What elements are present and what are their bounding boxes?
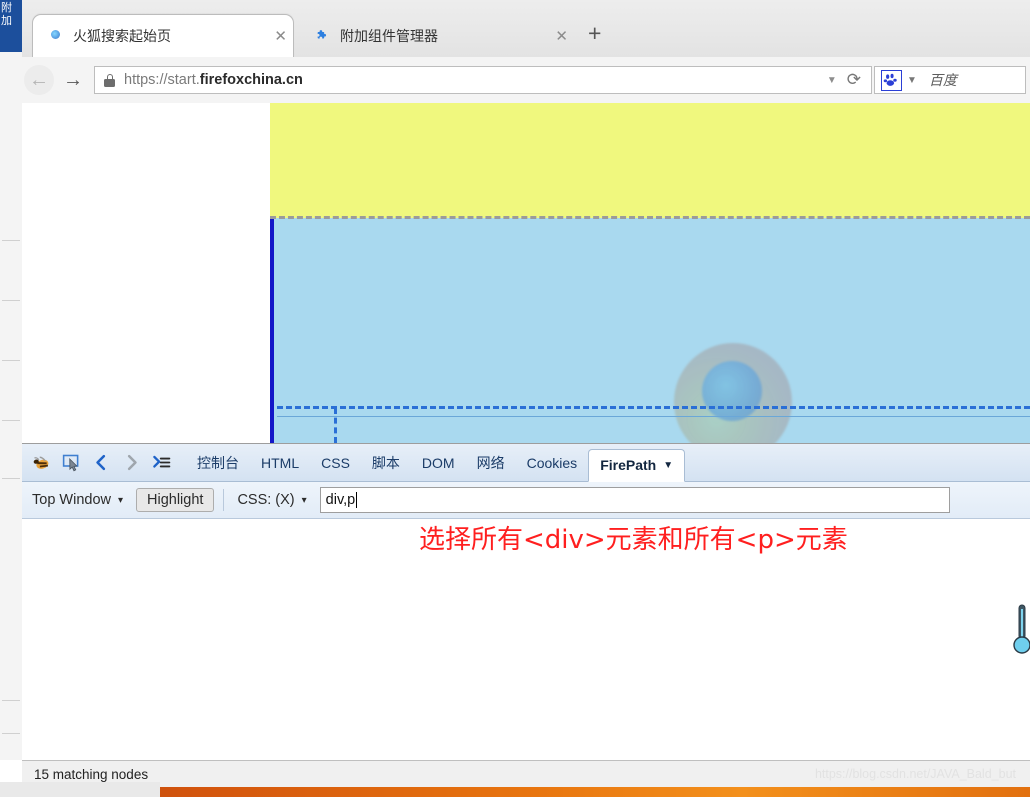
background-window-divider	[2, 700, 20, 701]
highlight-nested-line	[277, 416, 1030, 417]
tab-network[interactable]: 网络	[466, 444, 516, 482]
tab-css[interactable]: CSS	[310, 444, 361, 482]
highlight-dashed-border-top	[270, 216, 1030, 219]
baidu-paw-icon[interactable]	[881, 69, 902, 91]
tab-console[interactable]: 控制台	[186, 444, 250, 482]
forward-chevron-icon[interactable]	[116, 448, 146, 478]
background-window-divider	[2, 240, 20, 241]
search-bar[interactable]: ▼ 百度	[874, 66, 1026, 94]
background-window-divider	[2, 420, 20, 421]
inspector-cursor-icon[interactable]	[56, 448, 86, 478]
url-domain: firefoxchina.cn	[199, 72, 303, 88]
background-window[interactable]: 附加	[0, 0, 23, 760]
selector-expression-value: div,p	[325, 492, 356, 508]
highlight-button[interactable]: Highlight	[136, 488, 215, 512]
tab-close-icon[interactable]: ✕	[537, 27, 568, 45]
tab-title: 附加组件管理器	[340, 27, 438, 44]
url-prefix: https://start.	[124, 72, 200, 88]
toolbar-divider	[223, 489, 225, 511]
tab-strip: 火狐搜索起始页 ✕ 附加组件管理器 ✕ +	[22, 0, 1030, 58]
lock-icon	[104, 73, 115, 87]
highlight-nested-dashed-border	[277, 406, 1030, 409]
selector-type-dropdown[interactable]: CSS: (X) ▾	[233, 492, 310, 508]
background-window-divider	[2, 360, 20, 361]
highlight-margin-overlay	[270, 103, 1030, 218]
background-window-divider	[2, 478, 20, 479]
firebug-tab-list: 控制台 HTML CSS 脚本 DOM 网络 Cookies FirePath …	[186, 444, 686, 482]
address-bar-actions: ▼ ⟳	[827, 70, 865, 90]
firefox-icon	[47, 28, 64, 45]
firebug-toolbar: 控制台 HTML CSS 脚本 DOM 网络 Cookies FirePath …	[22, 444, 1030, 482]
reload-icon[interactable]: ⟳	[847, 70, 861, 90]
status-bar: 15 matching nodes https://blog.csdn.net/…	[22, 760, 1030, 788]
tab-dom[interactable]: DOM	[411, 444, 466, 482]
search-engine-chevron-down-icon[interactable]: ▼	[907, 75, 917, 86]
firepath-toolbar: Top Window ▾ Highlight CSS: (X) ▾ div,p	[22, 482, 1030, 519]
screenshot-root: 附加 火狐搜索起始页 ✕ 附加组件管理器 ✕ + ← → https://sta…	[0, 0, 1030, 797]
selector-expression-input[interactable]: div,p	[319, 487, 950, 513]
chevron-down-icon[interactable]: ▼	[663, 460, 673, 471]
highlight-nested-dashed-vertical	[334, 408, 337, 443]
tab-firepath[interactable]: FirePath ▼	[588, 448, 686, 482]
tab-firepath-label: FirePath	[600, 457, 657, 473]
highlight-content-overlay	[270, 218, 1030, 443]
forward-button[interactable]: →	[56, 63, 90, 97]
mouse-cursor	[1012, 603, 1030, 659]
puzzle-piece-icon	[314, 27, 331, 44]
matching-nodes-status: 15 matching nodes	[34, 767, 149, 782]
watermark: https://blog.csdn.net/JAVA_Bald_but	[814, 767, 1016, 781]
highlight-left-edge	[270, 219, 274, 443]
chevron-down-icon: ▾	[117, 494, 124, 506]
navigation-toolbar: ← → https://start.firefoxchina.cn ▼ ⟳ ▼ …	[22, 57, 1030, 104]
chevron-down-icon[interactable]: ▼	[827, 75, 837, 86]
back-button[interactable]: ←	[22, 63, 56, 97]
background-window-divider	[2, 733, 20, 734]
back-arrow-icon: ←	[29, 69, 49, 91]
new-tab-button[interactable]: +	[588, 20, 601, 47]
forward-arrow-icon: →	[63, 69, 83, 91]
back-chevron-icon[interactable]	[86, 448, 116, 478]
console-prompt-icon[interactable]	[146, 448, 176, 478]
firebug-bee-icon[interactable]	[26, 448, 56, 478]
text-caret	[356, 492, 358, 508]
tab-addons-manager[interactable]: 附加组件管理器 ✕	[300, 14, 574, 57]
page-viewport[interactable]	[22, 103, 1030, 443]
selector-type-label: CSS: (X)	[237, 492, 295, 508]
address-bar[interactable]: https://start.firefoxchina.cn ▼ ⟳	[94, 66, 872, 94]
tab-html[interactable]: HTML	[250, 444, 310, 482]
address-bar-url: https://start.firefoxchina.cn	[124, 72, 303, 88]
window-selector[interactable]: Top Window ▾	[28, 492, 127, 508]
window-selector-label: Top Window	[32, 492, 111, 508]
background-window-title-text: 附加	[1, 2, 12, 27]
tab-title: 火狐搜索起始页	[73, 28, 171, 44]
tab-script[interactable]: 脚本	[361, 444, 411, 482]
background-window-title: 附加	[0, 0, 22, 52]
chevron-down-icon: ▾	[301, 494, 307, 506]
browser-chrome: 火狐搜索起始页 ✕ 附加组件管理器 ✕ + ← → https://start.…	[22, 0, 1030, 104]
taskbar-left-spacer	[0, 782, 160, 797]
annotation-text: 选择所有<div>元素和所有<p>元素	[419, 525, 848, 555]
search-engine-name: 百度	[928, 72, 957, 88]
tab-firefox-start-page[interactable]: 火狐搜索起始页 ✕	[32, 14, 294, 57]
tab-close-icon[interactable]: ✕	[256, 27, 287, 45]
background-window-divider	[2, 300, 20, 301]
firebug-panel: 控制台 HTML CSS 脚本 DOM 网络 Cookies FirePath …	[22, 443, 1030, 761]
tab-cookies[interactable]: Cookies	[516, 444, 589, 482]
